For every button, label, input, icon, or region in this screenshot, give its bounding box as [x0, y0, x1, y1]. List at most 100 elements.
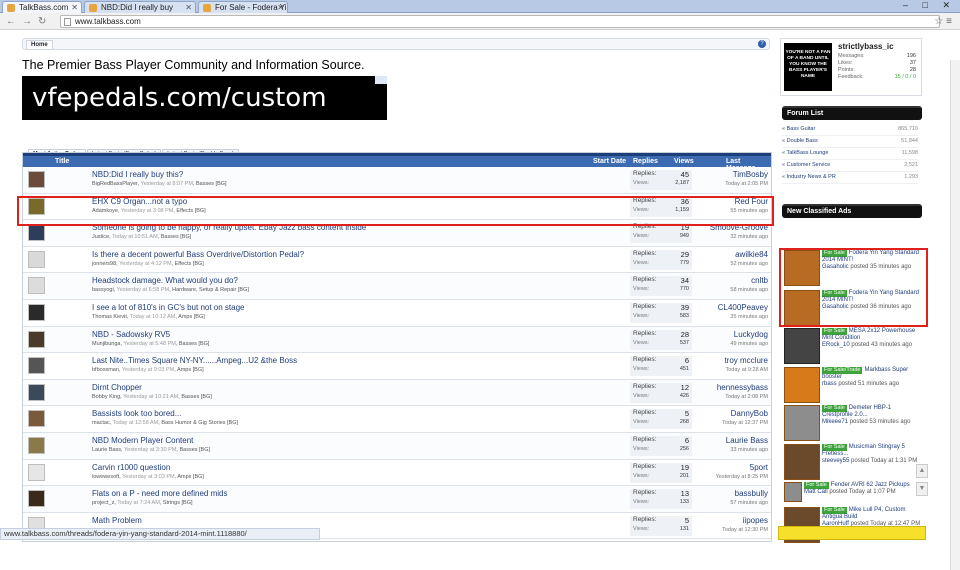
thread-title-link[interactable]: Is there a decent powerful Bass Overdriv…	[92, 250, 304, 259]
thread-author-link[interactable]: jonners98	[92, 261, 116, 267]
thread-forum-link[interactable]: Strings [BG]	[163, 500, 193, 506]
classified-ad-item[interactable]: For Sale Fender AVRI 62 Jazz Pickups Matt …	[782, 482, 922, 506]
forum-list-item[interactable]: « Customer Service 2,521	[782, 160, 918, 172]
banner-ad[interactable]: vfepedals.com/custom	[22, 76, 387, 120]
avatar[interactable]	[28, 224, 45, 242]
table-row[interactable]: Flats on a P - need more defined mids pro…	[23, 486, 771, 513]
thread-title-link[interactable]: NBD:Did I really buy this?	[92, 170, 183, 179]
forum-link[interactable]: « Double Bass	[782, 138, 818, 144]
breadcrumb-home-link[interactable]: Home	[26, 40, 53, 50]
reload-icon[interactable]: ↻	[38, 16, 46, 27]
table-row[interactable]: Carvin r1000 question lowewesoft, Yesterd…	[23, 459, 771, 487]
last-post-time[interactable]: Today at 12:30 PM	[722, 527, 768, 533]
help-icon[interactable]: ?	[758, 40, 766, 48]
address-bar[interactable]: www.talkbass.com	[60, 15, 940, 28]
classified-ad-item[interactable]: For Sale/Trade Markbass Super booster rbas…	[782, 367, 922, 405]
thread-author-link[interactable]: Thomas Kievit	[92, 314, 127, 320]
table-row[interactable]: NBD - Sadowsky RV5 Munjibunga, Yesterday …	[23, 326, 771, 354]
forward-arrow-icon[interactable]: →	[22, 16, 32, 27]
thread-forum-link[interactable]: Amps [BG]	[177, 474, 204, 480]
last-post-user-link[interactable]: awilkie84	[735, 250, 768, 259]
thread-title-link[interactable]: I see a lot of 810's in GC's but not on …	[92, 303, 244, 312]
browser-tab-talkbass[interactable]: TalkBass.com ✕	[2, 1, 82, 13]
last-post-time[interactable]: 35 minutes ago	[730, 314, 768, 320]
thread-author-link[interactable]: project_z	[92, 500, 114, 506]
last-post-user-link[interactable]: troy mcclure	[724, 356, 768, 365]
avatar[interactable]	[28, 437, 45, 454]
thread-title-link[interactable]: Headstock damage. What would you do?	[92, 276, 238, 285]
stat-value[interactable]: 37	[910, 60, 916, 66]
last-post-user-link[interactable]: Laurie Bass	[726, 436, 768, 445]
table-row[interactable]: NBD:Did I really buy this? BigRedBassPlay…	[23, 167, 771, 194]
last-post-user-link[interactable]: CL400Peavey	[718, 303, 768, 312]
classified-ad-thumbnail[interactable]	[784, 405, 820, 441]
avatar[interactable]	[28, 171, 45, 188]
avatar[interactable]	[28, 250, 45, 268]
thread-forum-link[interactable]: Basses [BG]	[181, 394, 212, 400]
forum-label[interactable]: Double Bass	[787, 138, 818, 144]
avatar[interactable]	[28, 490, 45, 508]
thread-author-link[interactable]: lowewesoft	[92, 474, 119, 480]
last-post-user-link[interactable]: iipopes	[743, 516, 768, 525]
thread-title-link[interactable]: Math Problem	[92, 516, 142, 525]
thread-title-link[interactable]: Flats on a P - need more defined mids	[92, 489, 227, 498]
table-row[interactable]: NBD Modern Player Content Laurie Bass, Ye…	[23, 433, 771, 460]
last-post-user-link[interactable]: DannyBob	[731, 409, 768, 418]
classified-ad-item[interactable]: For Sale Demeter HBP-1 Crestprofile 2.0..…	[782, 405, 922, 443]
thread-forum-link[interactable]: Hardware, Setup & Repair [BG]	[172, 287, 249, 293]
column-header-replies[interactable]: Replies	[633, 158, 658, 165]
last-post-time[interactable]: 58 minutes ago	[730, 287, 768, 293]
avatar[interactable]	[28, 383, 45, 401]
classified-ad-thumbnail[interactable]	[784, 367, 820, 403]
forum-link[interactable]: « Customer Service	[782, 162, 830, 168]
table-row[interactable]: Bassists look too bored... mactac, Today …	[23, 406, 771, 433]
thread-title-link[interactable]: Dirnt Chopper	[92, 383, 142, 392]
thread-forum-link[interactable]: Amps [BG]	[177, 367, 204, 373]
column-header-views[interactable]: Views	[674, 158, 694, 165]
classified-ad-item[interactable]: For Sale MESA 2x12 Powerhouse Mint Condit…	[782, 328, 922, 366]
last-post-time[interactable]: 32 minutes ago	[730, 234, 768, 240]
last-post-user-link[interactable]: TimBosby	[733, 170, 768, 179]
avatar[interactable]	[28, 277, 45, 295]
classified-ad-user-link[interactable]: rbass	[822, 381, 837, 387]
avatar[interactable]	[28, 330, 45, 348]
last-post-time[interactable]: 33 minutes ago	[730, 447, 768, 453]
classified-ad-thumbnail[interactable]	[784, 482, 802, 502]
last-post-user-link[interactable]: 5port	[750, 463, 768, 472]
last-post-user-link[interactable]: Luckydog	[734, 330, 768, 339]
avatar[interactable]	[28, 357, 45, 375]
thread-title-link[interactable]: Last Nite..Times Square NY-NY......Ampeg…	[92, 356, 297, 365]
ad-choices-icon[interactable]	[375, 76, 387, 84]
browser-tab-nbd[interactable]: NBD:Did I really buy ✕	[84, 1, 196, 13]
forum-link[interactable]: « Bass Guitar	[782, 126, 815, 132]
last-post-user-link[interactable]: cnltb	[751, 276, 768, 285]
column-header-start-date[interactable]: Start Date	[593, 158, 626, 165]
forum-list-item[interactable]: « Industry News & PR 1,293	[782, 172, 918, 184]
window-controls[interactable]: – □ ✕	[903, 0, 956, 11]
forum-list-item[interactable]: « Bass Guitar 865,710	[782, 124, 918, 136]
classified-ad-item[interactable]: For Sale Musicman Stingray 5 Fretless... s…	[782, 444, 922, 482]
avatar[interactable]	[28, 304, 45, 321]
table-row[interactable]: Last Nite..Times Square NY-NY......Ampeg…	[23, 353, 771, 380]
thread-title-link[interactable]: NBD - Sadowsky RV5	[92, 330, 170, 339]
page-scrollbar[interactable]	[950, 60, 960, 570]
last-post-user-link[interactable]: hennessybass	[717, 383, 768, 392]
thread-forum-link[interactable]: Basses [BG]	[179, 447, 210, 453]
thread-author-link[interactable]: bassyogi	[92, 287, 114, 293]
classified-ad-thumbnail[interactable]	[784, 444, 820, 480]
thread-forum-link[interactable]: Bass Humor & Gig Stories [BG]	[161, 420, 238, 426]
stat-value[interactable]: 15 / 0 / 0	[895, 74, 916, 80]
thread-author-link[interactable]: Justice	[92, 234, 109, 240]
thread-forum-link[interactable]: Basses [BG]	[161, 234, 192, 240]
table-row[interactable]: I see a lot of 810's in GC's but not on …	[23, 300, 771, 327]
close-tab-icon[interactable]: ✕	[185, 2, 192, 13]
close-tab-icon[interactable]: ✕	[71, 2, 78, 13]
classified-ad-user-link[interactable]: Matt Call	[804, 489, 828, 495]
thread-title-link[interactable]: NBD Modern Player Content	[92, 436, 193, 445]
classified-ad-user-link[interactable]: Mikeee71	[822, 419, 848, 425]
sidebar-ad[interactable]	[778, 526, 926, 540]
browser-tab-for-sale[interactable]: For Sale - Fodera Yin ✕	[198, 1, 288, 13]
stat-value[interactable]: 28	[910, 67, 916, 73]
stat-value[interactable]: 196	[907, 53, 916, 59]
close-tab-icon[interactable]: ✕	[277, 2, 284, 13]
